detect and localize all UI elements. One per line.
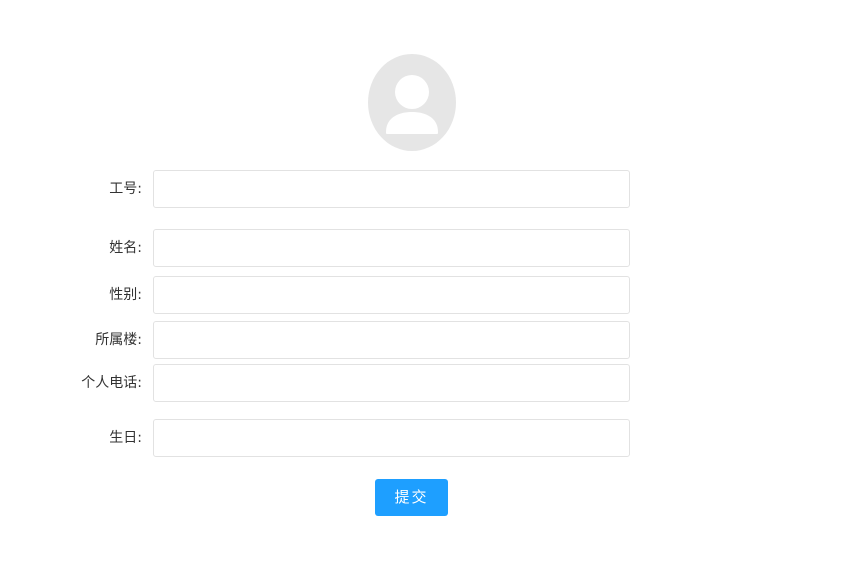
name-input[interactable] — [153, 229, 630, 267]
field-row-birthday: 生日: — [0, 419, 850, 457]
building-input[interactable] — [153, 321, 630, 359]
user-avatar-icon[interactable] — [368, 54, 456, 151]
phone-input[interactable] — [153, 364, 630, 402]
birthday-label: 生日: — [109, 430, 142, 446]
building-label: 所属楼: — [95, 332, 142, 348]
field-row-gender: 性别: — [0, 276, 850, 314]
name-label: 姓名: — [109, 240, 142, 256]
phone-label: 个人电话: — [81, 375, 142, 391]
field-row-building: 所属楼: — [0, 321, 850, 359]
field-row-phone: 个人电话: — [0, 364, 850, 402]
birthday-input[interactable] — [153, 419, 630, 457]
employee-id-label: 工号: — [109, 181, 142, 197]
employee-form-page: 工号: 姓名: 性别: 所属楼: 个人电话: 生日: 提交 — [0, 0, 850, 567]
gender-label: 性别: — [109, 287, 142, 303]
submit-button[interactable]: 提交 — [375, 479, 448, 516]
gender-input[interactable] — [153, 276, 630, 314]
employee-id-input[interactable] — [153, 170, 630, 208]
field-row-employee-id: 工号: — [0, 170, 850, 208]
field-row-name: 姓名: — [0, 229, 850, 267]
